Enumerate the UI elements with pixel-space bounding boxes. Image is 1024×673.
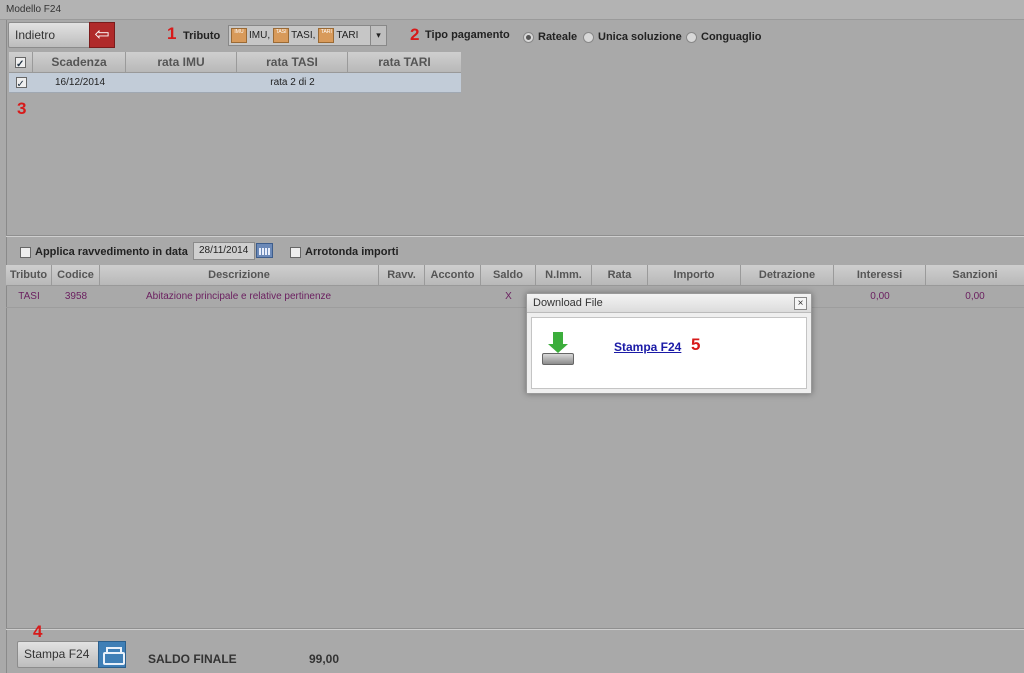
radio-conguaglio-label: Conguaglio [701, 31, 762, 43]
download-arrow [548, 332, 568, 353]
step-marker-4: 4 [33, 622, 43, 641]
ravvedimento-option[interactable]: Applica ravvedimento in data [20, 246, 188, 258]
cell-rata-imu [126, 73, 237, 92]
tributo-option-tari: TARI [336, 30, 359, 41]
cell-tributo: TASI [18, 291, 40, 302]
col-ravv[interactable]: Ravv. [379, 265, 425, 285]
col-rata-tasi[interactable]: rata TASI [237, 52, 348, 72]
col-tributo[interactable]: Tributo [6, 265, 52, 285]
calendar-icon[interactable] [256, 243, 273, 258]
select-all-checkbox[interactable] [15, 55, 26, 75]
col-rata[interactable]: Rata [592, 265, 648, 285]
col-interessi[interactable]: Interessi [834, 265, 926, 285]
col-detrazione[interactable]: Detrazione [741, 265, 834, 285]
radio-dot [583, 31, 594, 43]
arrotonda-label: Arrotonda importi [305, 246, 399, 258]
stampa-f24-link[interactable]: Stampa F24 [614, 340, 681, 354]
close-icon[interactable]: × [794, 297, 807, 310]
col-codice[interactable]: Codice [52, 265, 100, 285]
stampa-f24-button[interactable]: Stampa F24 [17, 641, 126, 668]
cell-rata-tasi: rata 2 di 2 [270, 77, 315, 88]
cell-codice: 3958 [64, 291, 88, 302]
cell-interessi: 0,00 [870, 291, 890, 302]
ravvedimento-date-input[interactable]: 28/11/2014 [193, 242, 255, 260]
saldo-finale-label: SALDO FINALE [148, 652, 237, 666]
col-rata-tari[interactable]: rata TARI [348, 52, 461, 72]
tributo-label: Tributo [183, 30, 221, 42]
dialog-body: Stampa F24 5 [531, 317, 807, 389]
radio-dot [686, 31, 697, 43]
details-header: Tributo Codice Descrizione Ravv. Acconto… [6, 265, 1024, 286]
tasi-icon: TASI [273, 28, 290, 43]
dialog-title: Download File [533, 297, 603, 309]
arrotonda-option[interactable]: Arrotonda importi [290, 246, 399, 258]
radio-unica-soluzione[interactable]: Unica soluzione [583, 31, 682, 43]
select-all-cell [9, 52, 33, 75]
col-nimm[interactable]: N.Imm. [536, 265, 592, 285]
col-rata-imu[interactable]: rata IMU [126, 52, 237, 72]
installments-table: Scadenza rata IMU rata TASI rata TARI 16… [9, 52, 461, 95]
cell-descrizione: Abitazione principale e relative pertine… [146, 291, 332, 302]
tributo-option-tasi: TASI, [291, 30, 316, 41]
arrow-left-icon: ⇦ [89, 22, 115, 48]
cell-scadenza: 16/12/2014 [55, 77, 106, 88]
window-title: Modello F24 [0, 0, 1024, 20]
footer-divider [6, 628, 1024, 630]
dialog-titlebar: Download File × [527, 294, 811, 313]
col-saldo[interactable]: Saldo [481, 265, 536, 285]
col-acconto[interactable]: Acconto [425, 265, 481, 285]
col-importo[interactable]: Importo [648, 265, 741, 285]
installments-header: Scadenza rata IMU rata TASI rata TARI [9, 52, 461, 75]
tributo-option-imu: IMU, [249, 30, 271, 41]
arrotonda-checkbox[interactable] [290, 246, 301, 258]
row-check-cell [9, 73, 33, 95]
section-divider [6, 235, 1024, 237]
back-button[interactable]: Indietro ⇦ [8, 22, 115, 48]
step-marker-1: 1 [167, 24, 177, 43]
radio-rateale[interactable]: Rateale [523, 31, 577, 43]
col-scadenza[interactable]: Scadenza [33, 52, 126, 72]
main-frame [6, 20, 1024, 673]
tipo-pagamento-label: Tipo pagamento [425, 29, 510, 41]
table-row[interactable]: TASI 3958 Abitazione principale e relati… [6, 286, 1024, 308]
cell-ravv [379, 286, 425, 307]
download-dialog: Download File × Stampa F24 5 [526, 293, 812, 394]
stampa-button-label: Stampa F24 [24, 647, 90, 661]
table-row[interactable]: 16/12/2014 rata 2 di 2 [9, 73, 461, 95]
back-button-label: Indietro [15, 28, 56, 42]
radio-rateale-label: Rateale [538, 31, 578, 43]
saldo-finale-value: 99,00 [309, 652, 340, 666]
step-marker-5: 5 [691, 335, 701, 354]
cell-acconto [425, 286, 481, 307]
radio-conguaglio[interactable]: Conguaglio [686, 31, 762, 43]
col-descrizione[interactable]: Descrizione [100, 265, 379, 285]
step-marker-3: 3 [17, 99, 27, 118]
chevron-down-icon[interactable]: ▾ [370, 26, 386, 45]
radio-dot-selected [523, 31, 534, 43]
printer-icon [98, 641, 126, 668]
radio-unica-label: Unica soluzione [598, 31, 682, 43]
download-icon [542, 332, 574, 366]
row-checkbox[interactable] [15, 75, 27, 95]
details-table: Tributo Codice Descrizione Ravv. Acconto… [6, 265, 1024, 308]
step-marker-2: 2 [410, 25, 420, 44]
tari-icon: TARI [318, 28, 335, 43]
ravvedimento-label: Applica ravvedimento in data [35, 246, 188, 258]
cell-rata-tari [348, 73, 461, 92]
cell-sanzioni: 0,00 [965, 291, 985, 302]
ravvedimento-checkbox[interactable] [20, 246, 31, 258]
drive-shape [542, 353, 574, 365]
tributo-select[interactable]: IMU IMU, TASI TASI, TARI TARI ▾ [228, 25, 387, 46]
imu-icon: IMU [231, 28, 247, 43]
col-sanzioni[interactable]: Sanzioni [926, 265, 1024, 285]
